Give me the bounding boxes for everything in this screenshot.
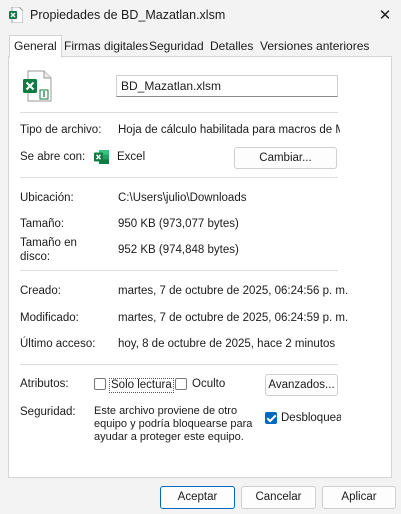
cancel-button[interactable]: Cancelar bbox=[241, 486, 316, 509]
modified-value: martes, 7 de octubre de 2025, 06:24:59 p… bbox=[118, 312, 349, 324]
hidden-checkbox[interactable] bbox=[175, 378, 187, 390]
tab-general[interactable]: General bbox=[9, 35, 62, 58]
opens-with-value: Excel bbox=[117, 151, 146, 163]
location-label: Ubicación: bbox=[20, 192, 74, 204]
attributes-label: Atributos: bbox=[20, 378, 69, 390]
created-value: martes, 7 de octubre de 2025, 06:24:56 p… bbox=[118, 285, 349, 297]
excel-file-icon bbox=[9, 6, 24, 24]
size-on-disk-value: 952 KB (974,848 bytes) bbox=[118, 244, 239, 256]
tab-firmas-digitales[interactable]: Firmas digitales bbox=[60, 37, 152, 56]
tab-detalles[interactable]: Detalles bbox=[206, 37, 257, 56]
opens-with-label: Se abre con: bbox=[20, 151, 86, 163]
unblock-checkbox[interactable] bbox=[265, 412, 277, 424]
window-title: Propiedades de BD_Mazatlan.xlsm bbox=[30, 8, 226, 22]
size-label: Tamaño: bbox=[20, 218, 65, 230]
accessed-label: Último acceso: bbox=[20, 338, 96, 350]
close-icon: ✕ bbox=[378, 7, 392, 24]
divider bbox=[20, 112, 338, 113]
size-value: 950 KB (973,077 bytes) bbox=[118, 218, 239, 230]
excel-file-icon bbox=[22, 70, 52, 102]
change-button[interactable]: Cambiar... bbox=[234, 147, 337, 169]
close-button[interactable]: ✕ bbox=[373, 4, 397, 26]
divider bbox=[20, 177, 338, 178]
tab-seguridad[interactable]: Seguridad bbox=[145, 37, 208, 56]
security-label: Seguridad: bbox=[20, 406, 76, 418]
location-value: C:\Users\julio\Downloads bbox=[118, 192, 247, 204]
file-type-label: Tipo de archivo: bbox=[20, 124, 102, 136]
security-warning-text: Este archivo proviene de otro equipo y p… bbox=[94, 405, 253, 443]
apply-button[interactable]: Aplicar bbox=[322, 486, 396, 509]
excel-app-icon bbox=[94, 149, 110, 165]
readonly-label[interactable]: Solo lectura bbox=[109, 378, 174, 393]
tab-bar: General Firmas digitales Seguridad Detal… bbox=[0, 35, 401, 58]
tab-versiones-anteriores[interactable]: Versiones anteriores bbox=[256, 37, 373, 56]
advanced-button[interactable]: Avanzados... bbox=[265, 374, 338, 396]
hidden-label[interactable]: Oculto bbox=[192, 378, 225, 390]
size-on-disk-label: Tamaño en bbox=[20, 237, 77, 249]
file-type-value: Hoja de cálculo habilitada para macros d… bbox=[118, 124, 340, 136]
divider bbox=[20, 270, 338, 271]
title-bar: Propiedades de BD_Mazatlan.xlsm ✕ bbox=[0, 0, 401, 30]
modified-label: Modificado: bbox=[20, 312, 79, 324]
size-on-disk-label-continued: disco: bbox=[20, 251, 51, 263]
unblock-label[interactable]: Desbloquear bbox=[281, 412, 341, 424]
accept-button[interactable]: Aceptar bbox=[160, 486, 235, 509]
created-label: Creado: bbox=[20, 285, 61, 297]
filename-input[interactable]: BD_Mazatlan.xlsm bbox=[116, 75, 338, 97]
readonly-checkbox[interactable] bbox=[94, 378, 106, 390]
accessed-value: hoy, 8 de octubre de 2025, hace 2 minuto… bbox=[118, 338, 336, 350]
divider bbox=[20, 364, 338, 365]
